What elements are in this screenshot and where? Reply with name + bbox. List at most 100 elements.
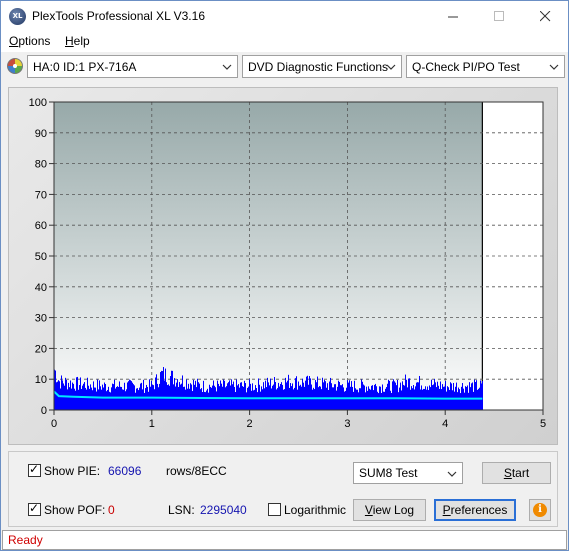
x-tick-label: 2 bbox=[247, 418, 253, 430]
pie-bar bbox=[84, 382, 85, 410]
pie-bar bbox=[302, 378, 303, 410]
pie-bar bbox=[288, 374, 289, 410]
function-select[interactable]: DVD Diagnostic Functions bbox=[242, 55, 402, 78]
pie-bar bbox=[235, 392, 236, 410]
minimize-icon bbox=[447, 16, 458, 17]
pie-bar bbox=[369, 388, 370, 410]
menu-options[interactable]: Options bbox=[9, 34, 50, 48]
pie-bar bbox=[335, 384, 336, 410]
pie-bar bbox=[141, 382, 142, 410]
y-tick-label: 40 bbox=[35, 282, 47, 294]
pie-bar bbox=[276, 389, 277, 410]
info-button[interactable]: i bbox=[529, 499, 551, 521]
preferences-button[interactable]: Preferences bbox=[434, 499, 516, 521]
pie-bar bbox=[420, 389, 421, 410]
minimize-button[interactable] bbox=[430, 1, 476, 31]
pie-bar bbox=[434, 379, 435, 410]
pie-bar bbox=[154, 389, 155, 410]
pie-bar bbox=[249, 379, 250, 410]
pie-bar bbox=[437, 381, 438, 410]
close-icon bbox=[539, 10, 550, 21]
function-select-value: DVD Diagnostic Functions bbox=[248, 60, 389, 74]
pie-bar bbox=[231, 379, 232, 410]
menu-help[interactable]: Help bbox=[65, 34, 90, 48]
show-pof-checkbox[interactable] bbox=[28, 501, 41, 516]
pie-bar bbox=[330, 377, 331, 410]
drive-select-value: HA:0 ID:1 PX-716A bbox=[33, 60, 137, 74]
view-log-mnemonic: V bbox=[364, 503, 373, 517]
test-mode-select[interactable]: SUM8 Test bbox=[353, 462, 463, 484]
drive-select[interactable]: HA:0 ID:1 PX-716A bbox=[27, 55, 238, 78]
info-icon: i bbox=[533, 503, 547, 517]
pie-bar bbox=[204, 391, 205, 410]
pie-bar bbox=[469, 382, 470, 410]
pie-value: 66096 bbox=[108, 464, 142, 478]
pie-bar bbox=[363, 384, 364, 410]
pie-bar bbox=[254, 389, 255, 410]
pie-bar bbox=[127, 382, 128, 410]
pie-bar bbox=[480, 380, 481, 410]
pie-bar bbox=[268, 382, 269, 410]
pie-bar bbox=[190, 383, 191, 410]
pie-bar bbox=[93, 381, 94, 410]
pie-bar bbox=[382, 384, 383, 410]
pie-bar bbox=[240, 382, 241, 410]
pie-bar bbox=[201, 388, 202, 410]
pie-bar bbox=[471, 383, 472, 410]
pie-bar bbox=[217, 380, 218, 410]
pie-bar bbox=[101, 389, 102, 410]
chevron-down-icon bbox=[547, 59, 561, 74]
pie-bar bbox=[99, 380, 100, 410]
pie-bar bbox=[348, 382, 349, 410]
pie-bar bbox=[321, 389, 322, 410]
pie-bar bbox=[312, 389, 313, 410]
pie-bar bbox=[393, 379, 394, 410]
pie-bar bbox=[305, 380, 306, 410]
pie-bar bbox=[241, 382, 242, 410]
pie-bar bbox=[228, 382, 229, 410]
pie-bar bbox=[362, 381, 363, 410]
pie-bar bbox=[198, 382, 199, 410]
pie-bar bbox=[216, 391, 217, 410]
pie-bar bbox=[126, 389, 127, 410]
view-log-button[interactable]: View Log bbox=[353, 499, 426, 521]
x-tick-label: 4 bbox=[442, 418, 448, 430]
pie-bar bbox=[417, 382, 418, 410]
pie-bar bbox=[273, 384, 274, 410]
start-button[interactable]: Start bbox=[482, 462, 551, 484]
pie-bar bbox=[445, 381, 446, 410]
pie-bar bbox=[482, 381, 483, 410]
show-pie-checkbox[interactable] bbox=[28, 462, 41, 477]
logarithmic-checkbox[interactable] bbox=[268, 503, 281, 516]
pie-bar bbox=[473, 391, 474, 410]
pie-bar bbox=[227, 383, 228, 410]
close-button[interactable] bbox=[522, 1, 568, 31]
pie-bar bbox=[358, 392, 359, 410]
pie-bar bbox=[104, 382, 105, 410]
pie-bar bbox=[449, 389, 450, 410]
pie-bar bbox=[347, 380, 348, 410]
pie-bar bbox=[62, 380, 63, 410]
pie-bar bbox=[172, 370, 173, 410]
pie-bar bbox=[61, 375, 62, 410]
pie-bar bbox=[384, 391, 385, 410]
pie-bar bbox=[223, 379, 224, 410]
pie-bar bbox=[203, 380, 204, 410]
pie-bar bbox=[329, 381, 330, 410]
pie-bar bbox=[298, 381, 299, 410]
maximize-button[interactable] bbox=[476, 1, 522, 31]
pie-bar bbox=[324, 379, 325, 410]
pie-bar bbox=[283, 389, 284, 410]
pie-bar bbox=[87, 377, 88, 410]
pie-bar bbox=[422, 389, 423, 410]
pie-bar bbox=[474, 379, 475, 410]
test-select[interactable]: Q-Check PI/PO Test bbox=[406, 55, 565, 78]
pie-bar bbox=[75, 390, 76, 410]
pie-bar bbox=[314, 389, 315, 410]
pie-bar bbox=[170, 376, 171, 410]
pie-bar bbox=[122, 389, 123, 410]
pie-bar bbox=[339, 381, 340, 410]
pie-bar bbox=[80, 377, 81, 410]
pie-bar bbox=[85, 387, 86, 410]
pie-bar bbox=[81, 388, 82, 410]
